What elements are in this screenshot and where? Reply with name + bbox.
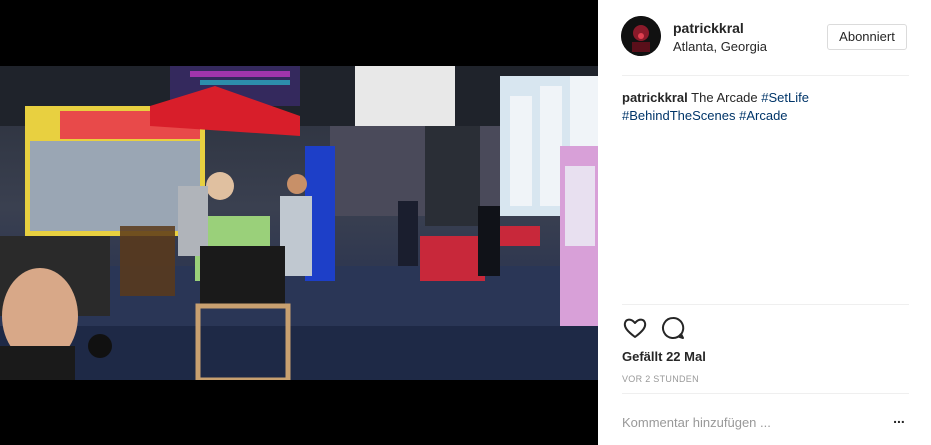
hashtag-arcade[interactable]: #Arcade: [739, 108, 787, 123]
speech-bubble-icon[interactable]: [660, 315, 686, 341]
hashtag-setlife[interactable]: #SetLife: [761, 90, 809, 105]
header-divider: [622, 75, 909, 76]
heart-outline-icon[interactable]: [622, 315, 648, 341]
hashtag-behindthescenes[interactable]: #BehindTheScenes: [622, 108, 735, 123]
post-media: [0, 0, 598, 445]
comment-input[interactable]: [622, 413, 872, 431]
post-header: patrickkral Atlanta, Georgia Abonniert: [598, 0, 931, 75]
post-username[interactable]: patrickkral: [673, 20, 744, 36]
post-timestamp[interactable]: VOR 2 STUNDEN: [622, 374, 699, 384]
caption-username[interactable]: patrickkral: [622, 90, 688, 105]
arcade-scene-image: [0, 66, 598, 380]
more-options-icon[interactable]: ...: [891, 411, 907, 431]
comment-divider: [622, 393, 909, 394]
post-location[interactable]: Atlanta, Georgia: [673, 39, 767, 54]
follow-button[interactable]: Abonniert: [827, 24, 907, 50]
post-sidebar: patrickkral Atlanta, Georgia Abonniert p…: [598, 0, 931, 445]
caption-text: The Arcade: [691, 90, 758, 105]
avatar-image: [621, 16, 661, 56]
actions-divider: [622, 304, 909, 305]
like-count[interactable]: Gefällt 22 Mal: [622, 349, 706, 364]
avatar[interactable]: [621, 16, 661, 56]
post-photo[interactable]: [0, 66, 598, 380]
post-caption: patrickkral The Arcade #SetLife #BehindT…: [622, 89, 909, 125]
